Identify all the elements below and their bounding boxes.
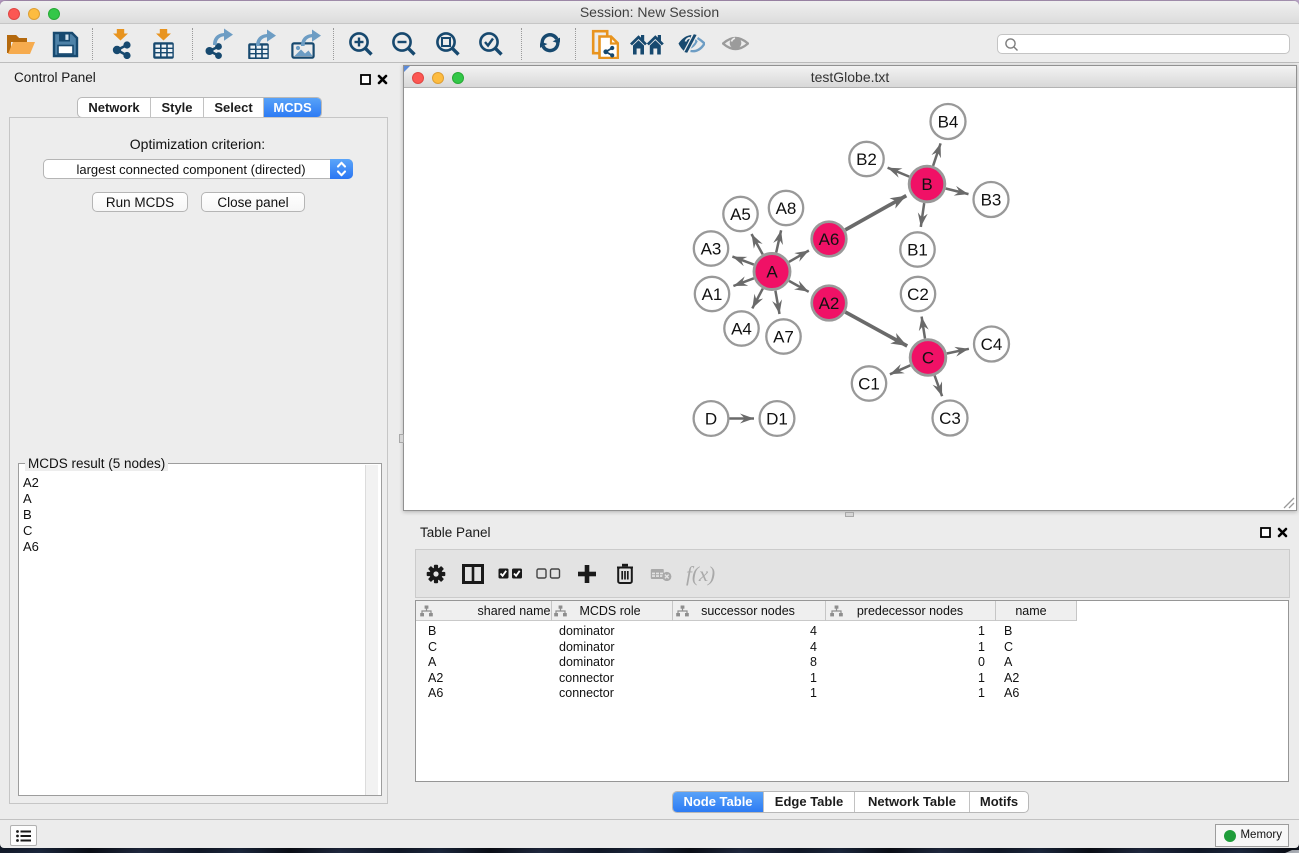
svg-text:C: C	[922, 349, 934, 368]
svg-text:A5: A5	[730, 205, 751, 224]
svg-text:B2: B2	[856, 150, 877, 169]
svg-text:B: B	[921, 175, 932, 194]
svg-text:A3: A3	[701, 240, 722, 259]
svg-text:A4: A4	[731, 320, 752, 339]
svg-text:D1: D1	[766, 410, 788, 429]
svg-text:D: D	[705, 410, 717, 429]
svg-text:A2: A2	[819, 294, 840, 313]
svg-text:A8: A8	[776, 199, 797, 218]
svg-text:A6: A6	[819, 230, 840, 249]
svg-text:B3: B3	[981, 191, 1002, 210]
svg-text:A: A	[766, 263, 778, 282]
svg-text:C4: C4	[981, 335, 1003, 354]
svg-text:B1: B1	[907, 241, 928, 260]
svg-text:A1: A1	[702, 285, 723, 304]
svg-text:C3: C3	[939, 409, 961, 428]
svg-text:C2: C2	[907, 285, 929, 304]
svg-text:B4: B4	[938, 113, 959, 132]
svg-text:C1: C1	[858, 375, 880, 394]
svg-text:A7: A7	[773, 328, 794, 347]
